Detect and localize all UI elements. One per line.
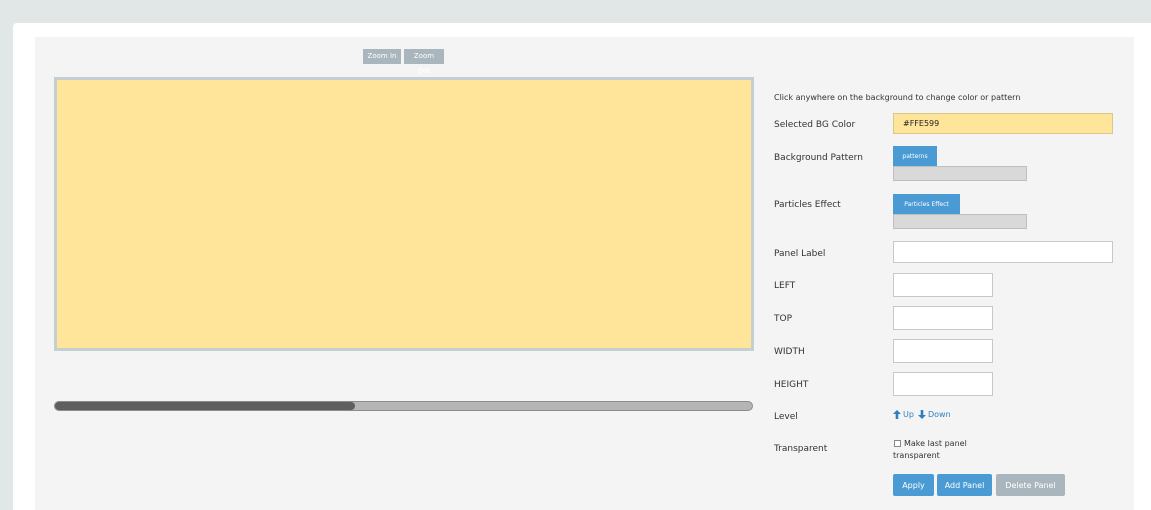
transparent-label: Transparent	[774, 444, 828, 454]
left-input[interactable]	[893, 273, 993, 297]
design-canvas[interactable]	[54, 77, 754, 351]
level-label: Level	[774, 412, 798, 422]
instruction-text: Click anywhere on the background to chan…	[774, 93, 1021, 102]
patterns-strip	[893, 166, 1027, 181]
level-up-label: Up	[903, 410, 914, 419]
apply-button[interactable]: Apply	[893, 474, 934, 496]
arrow-down-icon	[918, 410, 926, 419]
left-label: LEFT	[774, 281, 796, 291]
level-down-label: Down	[928, 410, 951, 419]
height-input[interactable]	[893, 372, 993, 396]
top-input[interactable]	[893, 306, 993, 330]
particles-effect-button[interactable]: Particles Effect	[893, 194, 960, 214]
delete-panel-button[interactable]: Delete Panel	[996, 474, 1065, 496]
transparent-checkbox-label: Make last panel transparent	[893, 439, 967, 460]
bg-color-field[interactable]: #FFE599	[893, 113, 1113, 134]
add-panel-button[interactable]: Add Panel	[937, 474, 992, 496]
width-label: WIDTH	[774, 347, 805, 357]
panel-label-input[interactable]	[893, 241, 1113, 263]
particles-effect-label: Particles Effect	[774, 200, 841, 210]
scrollbar-thumb[interactable]	[55, 402, 355, 410]
height-label: HEIGHT	[774, 380, 809, 390]
level-up-link[interactable]: Up	[893, 410, 914, 419]
width-input[interactable]	[893, 339, 993, 363]
arrow-up-icon	[893, 410, 901, 419]
top-label: TOP	[774, 314, 793, 324]
zoom-in-button[interactable]: Zoom In	[363, 49, 401, 64]
zoom-out-button[interactable]: Zoom Out	[404, 49, 444, 75]
level-down-link[interactable]: Down	[918, 410, 951, 419]
particles-effect-strip	[893, 214, 1027, 229]
background-pattern-label: Background Pattern	[774, 153, 863, 163]
transparent-checkbox[interactable]	[894, 440, 901, 447]
panel-label-label: Panel Label	[774, 249, 826, 259]
selected-bg-color-label: Selected BG Color	[774, 120, 856, 130]
horizontal-scrollbar[interactable]	[54, 401, 753, 411]
patterns-button[interactable]: patterns	[893, 146, 937, 166]
